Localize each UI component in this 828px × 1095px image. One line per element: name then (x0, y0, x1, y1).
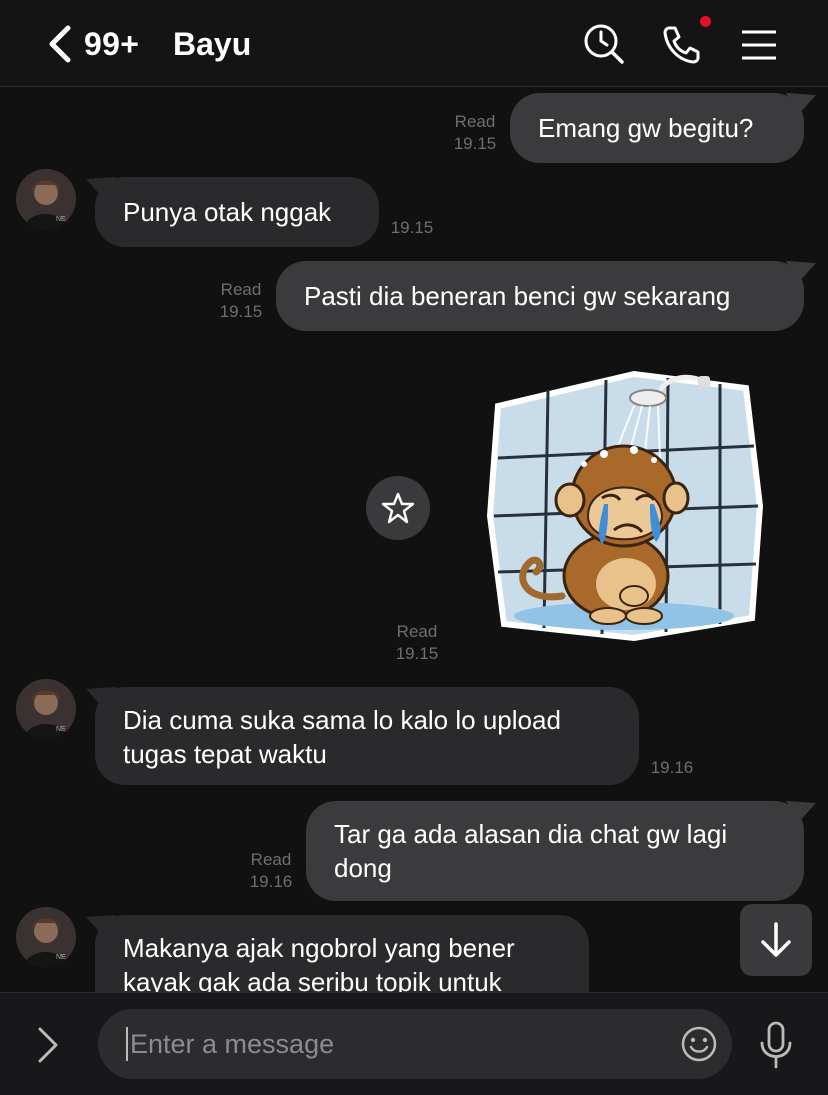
avatar[interactable]: NE (16, 679, 76, 739)
expand-menu-icon[interactable] (30, 1023, 64, 1067)
outgoing-message[interactable]: Tar ga ada alasan dia chat gw lagi dong (306, 801, 804, 901)
message-input-placeholder: Enter a message (130, 1029, 335, 1059)
message-meta: Read 19.16 (249, 850, 293, 891)
bubble-tail (786, 801, 816, 823)
text-caret (126, 1027, 128, 1061)
message-meta: Read 19.15 (395, 622, 439, 663)
scroll-to-bottom-button[interactable] (740, 904, 812, 976)
favorite-sticker-button[interactable] (366, 476, 430, 540)
incoming-message[interactable]: Punya otak nggak (95, 177, 379, 247)
svg-text:NE: NE (56, 954, 66, 961)
outgoing-message[interactable]: Pasti dia beneran benci gw sekarang (276, 261, 804, 331)
incoming-message[interactable]: Dia cuma suka sama lo kalo lo upload tug… (95, 687, 639, 785)
message-meta: Read 19.15 (453, 112, 497, 153)
avatar[interactable]: NE (16, 907, 76, 967)
message-meta: Read 19.15 (219, 280, 263, 321)
svg-text:NE: NE (56, 216, 66, 223)
chat-area[interactable]: Read 19.15 Emang gw begitu? NE Punya otak… (0, 87, 828, 992)
bubble-tail (786, 261, 816, 283)
crying-monkey-sticker[interactable] (484, 366, 766, 648)
incoming-message[interactable]: Makanya ajak ngobrol yang bener kayak ga… (95, 915, 589, 992)
bubble-tail (786, 93, 816, 115)
avatar[interactable]: NE (16, 169, 76, 229)
arrow-down-icon (761, 922, 791, 957)
svg-text:NE: NE (56, 726, 66, 733)
call-icon[interactable] (660, 22, 704, 66)
emoji-icon[interactable] (680, 1025, 718, 1063)
message-input-bar: Enter a message (0, 992, 828, 1095)
message-time: 19.16 (650, 758, 694, 777)
menu-icon[interactable] (738, 22, 782, 66)
call-notification-dot (700, 16, 711, 27)
contact-name[interactable]: Bayu (173, 26, 251, 63)
back-chevron-icon[interactable] (44, 24, 78, 64)
outgoing-message[interactable]: Emang gw begitu? (510, 93, 804, 163)
message-time: 19.15 (390, 218, 434, 237)
unread-count[interactable]: 99+ (84, 26, 139, 63)
star-icon (381, 492, 415, 524)
search-clock-icon[interactable] (582, 22, 626, 66)
microphone-icon[interactable] (756, 1021, 796, 1071)
chat-header: 99+ Bayu (0, 0, 828, 87)
message-input[interactable]: Enter a message (98, 1009, 732, 1079)
